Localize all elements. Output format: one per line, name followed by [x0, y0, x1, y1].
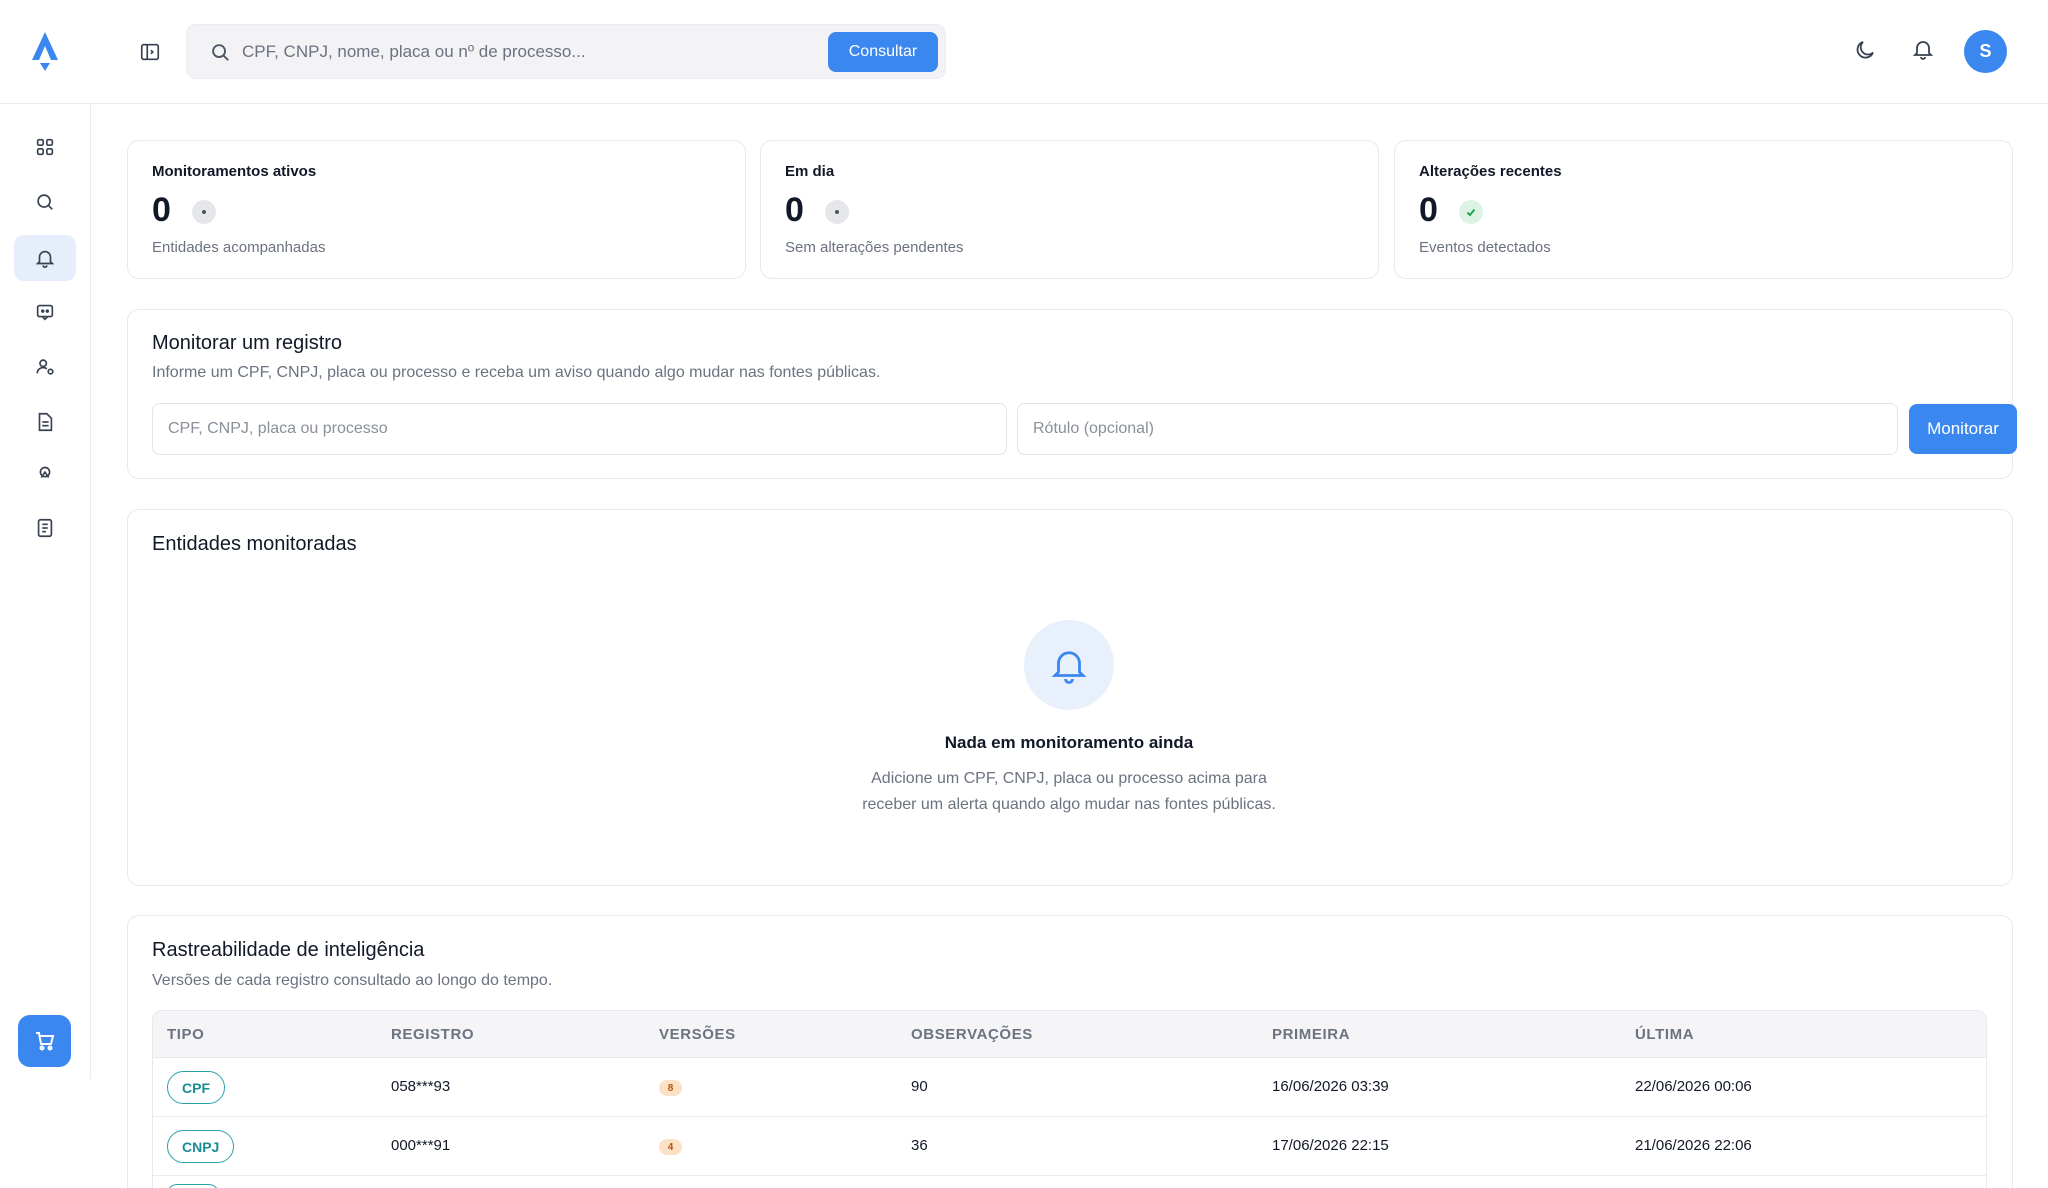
sidebar-item-monitor[interactable]: [14, 235, 76, 281]
ultima-cell: 22/06/2026 00:06: [1635, 1078, 1752, 1095]
sidebar-toggle-icon[interactable]: [136, 38, 164, 66]
consultar-button[interactable]: Consultar: [828, 32, 938, 72]
user-settings-icon: [36, 359, 54, 375]
registro-cell: 000***91: [391, 1137, 451, 1154]
stat-card-recent-changes: Alterações recentes 0 Eventos detectados: [1394, 140, 2013, 279]
app-logo-icon[interactable]: [28, 30, 62, 72]
sidebar-item-search[interactable]: [14, 179, 76, 225]
monitorar-button[interactable]: Monitorar: [1909, 404, 2017, 454]
bot-icon: [36, 304, 54, 321]
notes-icon: [37, 518, 53, 538]
stat-subtitle: Eventos detectados: [1419, 239, 1551, 256]
sidebar-item-users[interactable]: [14, 344, 76, 390]
notifications-bell-icon[interactable]: [1911, 37, 1939, 65]
record-input[interactable]: [152, 403, 1007, 455]
document-icon: [38, 412, 53, 432]
empty-bell-icon: [1024, 620, 1114, 710]
monitored-entities-card: Entidades monitoradas Nada em monitorame…: [127, 509, 2013, 886]
monitor-form-card: Monitorar um registro Informe um CPF, CN…: [127, 309, 2017, 479]
table-row[interactable]: CNPJ 000***91 4 36 17/06/2026 22:15 21/0…: [153, 1117, 1986, 1176]
stat-card-active: Monitoramentos ativos 0 Entidades acompa…: [127, 140, 746, 279]
monitor-form-subtitle: Informe um CPF, CNPJ, placa ou processo …: [152, 364, 881, 381]
empty-state-title: Nada em monitoramento ainda: [944, 733, 1194, 752]
column-header[interactable]: TIPO: [167, 1026, 204, 1043]
empty-state-description: Adicione um CPF, CNPJ, placa ou processo…: [128, 766, 2010, 818]
column-header[interactable]: VERSÕES: [659, 1026, 736, 1043]
user-avatar[interactable]: S: [1964, 30, 2007, 73]
stat-card-up-to-date: Em dia 0 Sem alterações pendentes: [760, 140, 1379, 279]
registro-cell: 058***93: [391, 1078, 451, 1095]
search-icon: [209, 41, 231, 63]
primeira-cell: 16/06/2026 03:39: [1272, 1078, 1389, 1095]
column-header[interactable]: REGISTRO: [391, 1026, 474, 1043]
type-badge: CNPJ: [167, 1130, 235, 1163]
stat-title: Monitoramentos ativos: [152, 163, 317, 180]
stat-value: 0: [1419, 191, 1438, 229]
observacoes-cell: 36: [911, 1137, 928, 1154]
column-header[interactable]: PRIMEIRA: [1272, 1026, 1350, 1043]
primeira-cell: 17/06/2026 22:15: [1272, 1137, 1389, 1154]
dark-mode-moon-icon[interactable]: [1853, 38, 1879, 64]
observacoes-cell: 90: [911, 1078, 928, 1095]
table-header: TIPO REGISTRO VERSÕES OBSERVAÇÕES PRIMEI…: [153, 1011, 1986, 1058]
empty-desc-line: Adicione um CPF, CNPJ, placa ou processo…: [871, 770, 1267, 787]
sidebar: [0, 104, 91, 1079]
ultima-cell: 21/06/2026 22:06: [1635, 1137, 1752, 1154]
traceability-table: TIPO REGISTRO VERSÕES OBSERVAÇÕES PRIMEI…: [152, 1010, 1987, 1188]
empty-desc-line: receber um alerta quando algo mudar nas …: [862, 796, 1276, 813]
neutral-dot-icon: [192, 200, 216, 224]
stat-title: Alterações recentes: [1419, 163, 1562, 180]
cart-icon: [35, 1032, 54, 1051]
neutral-dot-icon: [825, 200, 849, 224]
type-badge: CPF: [167, 1071, 225, 1104]
stat-value: 0: [152, 191, 171, 229]
stat-value: 0: [785, 191, 804, 229]
traceability-card: Rastreabilidade de inteligência Versões …: [127, 915, 2013, 1188]
traceability-title: Rastreabilidade de inteligência: [152, 939, 425, 961]
column-header[interactable]: ÚLTIMA: [1635, 1026, 1694, 1043]
global-search-input[interactable]: [242, 35, 802, 69]
table-row[interactable]: CPF 058***93 8 90 16/06/2026 03:39 22/06…: [153, 1058, 1986, 1117]
type-badge: [167, 1184, 219, 1188]
label-input[interactable]: [1017, 403, 1898, 455]
stat-title: Em dia: [785, 163, 835, 180]
check-icon: [1459, 200, 1483, 224]
traceability-subtitle: Versões de cada registro consultado ao l…: [152, 972, 553, 989]
sidebar-item-logs[interactable]: [14, 505, 76, 551]
sidebar-item-chat[interactable]: [14, 289, 76, 335]
stat-subtitle: Sem alterações pendentes: [785, 239, 964, 256]
global-search-bar: Consultar: [186, 24, 946, 79]
monitor-form-title: Monitorar um registro: [152, 332, 343, 354]
top-header: Consultar S: [0, 0, 2048, 104]
monitored-title: Entidades monitoradas: [152, 533, 357, 555]
bell-icon: [35, 250, 55, 268]
column-header[interactable]: OBSERVAÇÕES: [911, 1026, 1033, 1043]
sidebar-item-reports[interactable]: [14, 399, 76, 445]
grid-icon: [36, 138, 54, 156]
table-row[interactable]: [153, 1176, 1986, 1188]
sidebar-item-integrations[interactable]: [14, 450, 76, 496]
webhook-icon: [39, 466, 51, 479]
versions-badge: 8: [659, 1080, 682, 1096]
stat-subtitle: Entidades acompanhadas: [152, 239, 326, 256]
sidebar-item-dashboard[interactable]: [14, 124, 76, 170]
search-icon: [37, 194, 53, 210]
cart-button[interactable]: [18, 1015, 71, 1067]
versions-badge: 4: [659, 1139, 682, 1155]
